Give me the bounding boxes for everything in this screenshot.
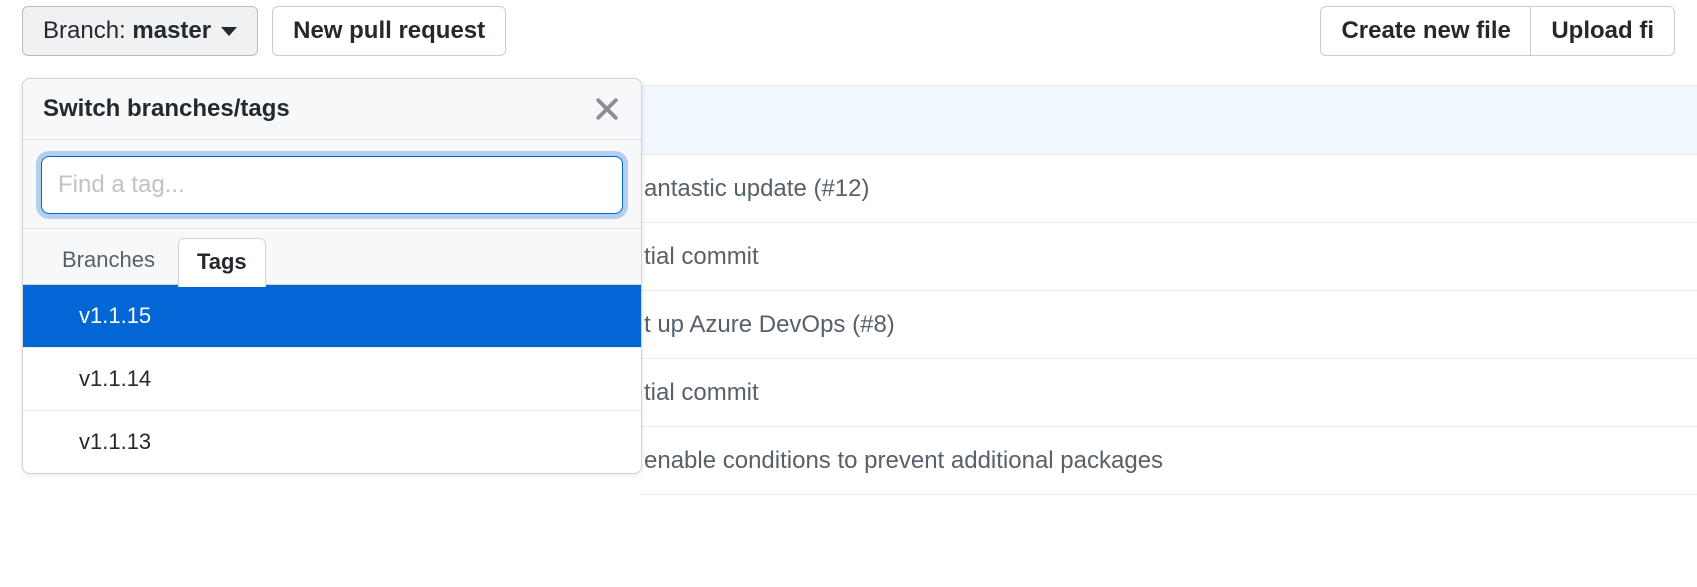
tag-item[interactable]: v1.1.14 xyxy=(23,347,641,410)
branch-prefix-label: Branch: xyxy=(43,17,126,45)
commit-list-background: antastic update (#12) tial commit t up A… xyxy=(640,85,1697,495)
branch-tag-popover: Switch branches/tags Branches Tags v1.1.… xyxy=(22,78,642,474)
tag-item[interactable]: v1.1.15 xyxy=(23,285,641,347)
file-action-group: Create new file Upload fi xyxy=(1320,6,1675,56)
commit-row[interactable]: tial commit xyxy=(640,359,1697,427)
branch-select-button[interactable]: Branch: master xyxy=(22,6,258,56)
popover-header: Switch branches/tags xyxy=(23,79,641,140)
commit-row[interactable]: antastic update (#12) xyxy=(640,155,1697,223)
close-icon[interactable] xyxy=(593,95,621,123)
commit-row[interactable]: tial commit xyxy=(640,223,1697,291)
popover-tabbar: Branches Tags xyxy=(23,229,641,285)
tag-item[interactable]: v1.1.13 xyxy=(23,410,641,473)
commit-header-strip xyxy=(640,85,1697,155)
tag-list: v1.1.15 v1.1.14 v1.1.13 xyxy=(23,285,641,473)
toolbar: Branch: master New pull request Create n… xyxy=(0,0,1697,66)
popover-title: Switch branches/tags xyxy=(43,95,290,123)
create-new-file-button[interactable]: Create new file xyxy=(1320,6,1531,56)
new-pull-request-button[interactable]: New pull request xyxy=(272,6,506,56)
popover-search-wrap xyxy=(23,140,641,229)
caret-down-icon xyxy=(221,27,237,36)
tab-tags[interactable]: Tags xyxy=(178,238,266,287)
commit-row[interactable]: enable conditions to prevent additional … xyxy=(640,427,1697,495)
branch-name-label: master xyxy=(132,17,211,45)
commit-row[interactable]: t up Azure DevOps (#8) xyxy=(640,291,1697,359)
tag-search-input[interactable] xyxy=(41,156,623,214)
upload-files-button[interactable]: Upload fi xyxy=(1530,6,1675,56)
tab-branches[interactable]: Branches xyxy=(43,236,174,285)
